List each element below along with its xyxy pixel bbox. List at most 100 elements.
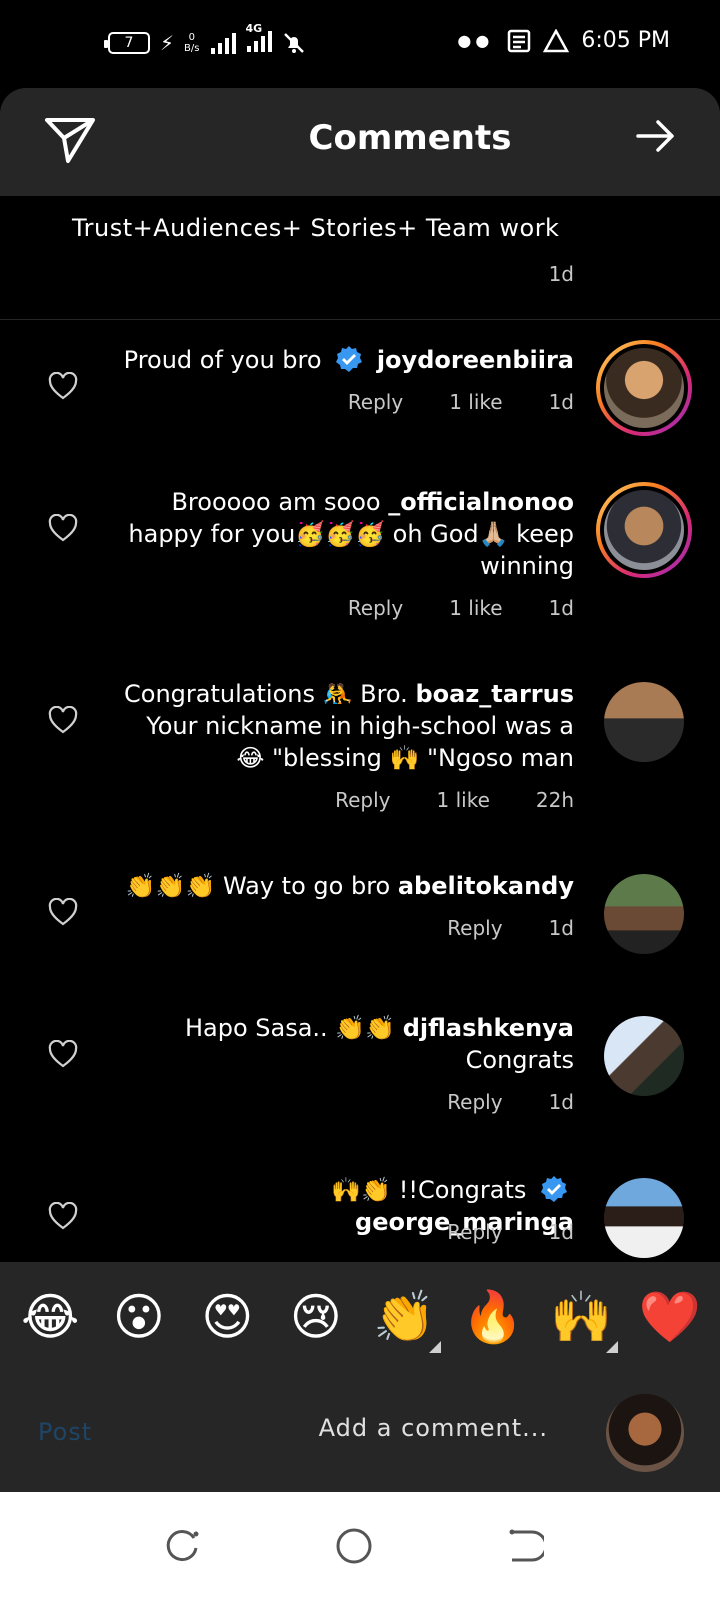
- comment-text-continued: Your nickname in high-school was a 😂 "bl…: [146, 712, 574, 772]
- reply-button[interactable]: Reply: [348, 596, 403, 620]
- emoji-raised-hands-button[interactable]: 🙌: [548, 1287, 619, 1353]
- net-speed-value: 0: [188, 32, 195, 43]
- comment-body: Proud of you bro joydoreenbiira: [114, 344, 574, 376]
- emoji-fire-button[interactable]: 🔥: [460, 1288, 526, 1347]
- comment-time: 1d: [548, 390, 574, 414]
- avatar[interactable]: [604, 682, 684, 762]
- emoji-raised-hands-glyph: 🙌: [550, 1287, 613, 1346]
- reply-button[interactable]: Reply: [348, 390, 403, 414]
- like-heart-icon[interactable]: [48, 1202, 78, 1230]
- comment-meta: Reply 1 like 1d: [348, 390, 574, 414]
- caption-text: Trust+Audiences+ Stories+ Team work: [72, 214, 560, 242]
- home-icon[interactable]: [334, 1526, 374, 1566]
- comment-text: 👏👏👏 Way to go bro: [125, 872, 391, 900]
- clock: 6:05 PM: [581, 28, 670, 53]
- comments-header: Comments: [0, 88, 720, 196]
- network-type: 4G: [245, 22, 263, 35]
- charging-icon: ⚡: [160, 31, 175, 55]
- comment-time: 1d: [548, 916, 574, 940]
- emoji-surprised-button[interactable]: 😮: [106, 1288, 172, 1346]
- emoji-clap-button[interactable]: 👏: [371, 1287, 442, 1353]
- avatar[interactable]: [604, 1016, 684, 1096]
- like-heart-icon[interactable]: [48, 514, 78, 542]
- mute-bell-icon: [283, 33, 304, 53]
- status-right: ●● 6:05 PM: [457, 28, 670, 53]
- avatar[interactable]: [596, 340, 692, 436]
- arrow-right-icon: [636, 120, 674, 152]
- comment-meta: Reply 1d: [447, 916, 574, 940]
- status-bar: 7 ⚡ 0 B/s 4G ●● 6:05 PM: [0, 0, 720, 88]
- comment-meta: Reply 1d: [447, 1220, 574, 1244]
- recents-icon[interactable]: [164, 1526, 204, 1566]
- page-title: Comments: [308, 118, 512, 158]
- battery-level: 7: [124, 35, 134, 51]
- reply-button[interactable]: Reply: [335, 788, 390, 812]
- comment-time: 1d: [548, 1090, 574, 1114]
- status-left: 7 ⚡ 0 B/s 4G: [104, 22, 306, 56]
- comment-body: 👏👏👏 Way to go bro abelitokandy: [114, 870, 574, 902]
- reply-button[interactable]: Reply: [447, 1220, 502, 1244]
- emoji-cry-button[interactable]: 😢: [283, 1288, 349, 1346]
- dots-icon: ●●: [457, 31, 494, 50]
- comment-body: Brooooo am sooo _officialnonoo happy for…: [114, 486, 574, 582]
- caption-time: 1d: [548, 262, 574, 286]
- like-heart-icon[interactable]: [48, 898, 78, 926]
- skin-tone-indicator-icon: [606, 1340, 619, 1353]
- avatar[interactable]: [604, 874, 684, 954]
- system-nav-bar: [0, 1492, 720, 1600]
- comment-text: Proud of you bro: [123, 346, 322, 374]
- reply-button[interactable]: Reply: [447, 916, 502, 940]
- like-count[interactable]: 1 like: [449, 596, 502, 620]
- verified-badge-icon: [541, 1176, 567, 1202]
- like-heart-icon[interactable]: [48, 372, 78, 400]
- comments-list[interactable]: Trust+Audiences+ Stories+ Team work 1d P…: [0, 196, 720, 1262]
- reply-button[interactable]: Reply: [447, 1090, 502, 1114]
- avatar[interactable]: [604, 1178, 684, 1258]
- comment-time: 1d: [548, 596, 574, 620]
- comment-meta: Reply 1d: [447, 1090, 574, 1114]
- like-heart-icon[interactable]: [48, 706, 78, 734]
- comment-text: Congratulations 🤼 Bro.: [124, 680, 408, 708]
- comment-username[interactable]: _officialnonoo: [388, 488, 574, 516]
- comment-text-continued: happy for you🥳🥳🥳 oh God🙏🏼 keep winning: [128, 520, 574, 580]
- comment-text: 🙌👏 !!Congrats: [331, 1176, 527, 1204]
- comment-username[interactable]: boaz_tarrus: [415, 680, 574, 708]
- comment-username[interactable]: djflashkenya: [403, 1014, 574, 1042]
- emoji-heart-eyes-button[interactable]: 😍: [194, 1288, 260, 1346]
- emoji-laugh-button[interactable]: 😂: [17, 1288, 83, 1346]
- current-user-avatar: [606, 1394, 684, 1472]
- verified-badge-icon: [336, 346, 363, 372]
- comment-composer: Post Add a comment...: [0, 1372, 720, 1492]
- comment-meta: Reply 1 like 22h: [335, 788, 574, 812]
- like-count[interactable]: 1 like: [449, 390, 502, 414]
- like-heart-icon[interactable]: [48, 1040, 78, 1068]
- forward-button[interactable]: [636, 118, 676, 158]
- comment-text: Hapo Sasa.. 👏👏: [184, 1014, 396, 1042]
- comment-username[interactable]: abelitokandy: [398, 872, 574, 900]
- post-caption: Trust+Audiences+ Stories+ Team work 1d: [0, 196, 720, 320]
- skin-tone-indicator-icon: [429, 1340, 442, 1353]
- battery-icon: 7: [104, 32, 150, 54]
- net-speed-unit: B/s: [184, 43, 200, 54]
- comment-input[interactable]: Add a comment...: [319, 1414, 548, 1442]
- comment-meta: Reply 1 like 1d: [348, 596, 574, 620]
- comment-text-continued: Congrats: [465, 1046, 574, 1074]
- comment-time: 1d: [548, 1220, 574, 1244]
- comment-time: 22h: [535, 788, 574, 812]
- comment-username[interactable]: joydoreenbiira: [377, 346, 574, 374]
- avatar[interactable]: [596, 482, 692, 578]
- comment-body: Congratulations 🤼 Bro. boaz_tarrus Your …: [114, 678, 574, 774]
- net-speed: 0 B/s: [184, 32, 199, 54]
- emoji-red-heart-button[interactable]: ❤️: [637, 1288, 703, 1347]
- comment-text: Brooooo am sooo: [171, 488, 381, 516]
- back-icon[interactable]: [504, 1526, 544, 1566]
- emoji-quick-bar: 😂 😮 😍 😢 👏 🔥 🙌 ❤️: [0, 1262, 720, 1372]
- signal-4g: 4G: [246, 22, 272, 56]
- warning-icon: [543, 28, 570, 52]
- news-icon: [508, 29, 531, 52]
- like-count[interactable]: 1 like: [437, 788, 490, 812]
- comment-body: Hapo Sasa.. 👏👏 djflashkenya Congrats: [114, 1012, 574, 1076]
- signal-icon: [210, 33, 236, 54]
- emoji-clap-glyph: 👏: [373, 1287, 436, 1346]
- post-button[interactable]: Post: [38, 1418, 92, 1446]
